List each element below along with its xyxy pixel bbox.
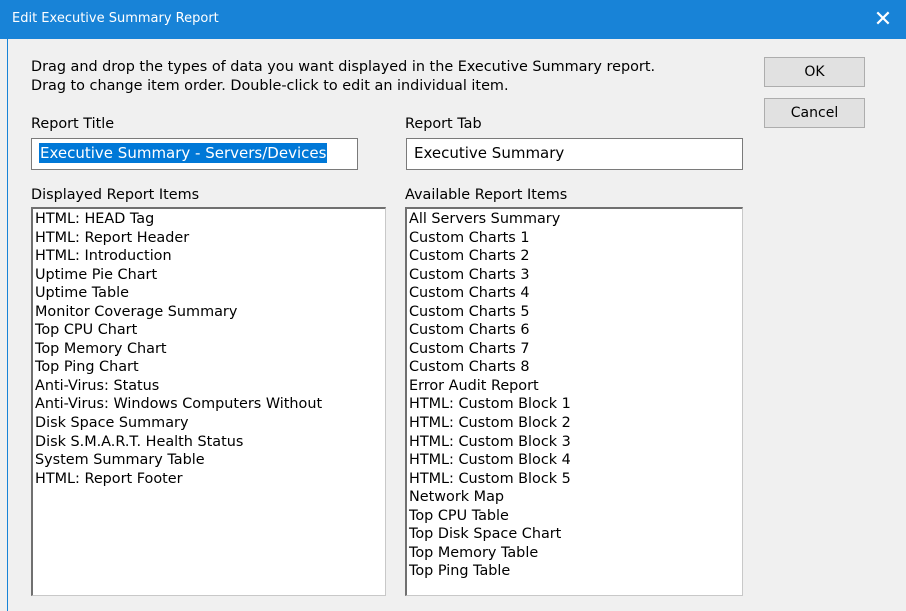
list-item[interactable]: Custom Charts 4 [409,284,742,303]
list-item[interactable]: HTML: Introduction [35,247,385,266]
list-item[interactable]: Anti-Virus: Status [35,377,385,396]
list-item[interactable]: Custom Charts 5 [409,303,742,322]
window-title: Edit Executive Summary Report [12,11,219,26]
list-item[interactable]: HTML: Custom Block 2 [409,414,742,433]
report-title-label: Report Title [31,116,115,132]
report-tab-label: Report Tab [405,116,482,132]
available-items-list[interactable]: All Servers Summary Custom Charts 1 Custom… [405,207,743,596]
list-item[interactable]: Top Ping Chart [35,358,385,377]
list-item[interactable]: System Summary Table [35,451,385,470]
list-item[interactable]: HTML: Custom Block 4 [409,451,742,470]
list-item[interactable]: Monitor Coverage Summary [35,303,385,322]
list-item[interactable]: Top Ping Table [409,562,742,581]
list-item[interactable]: Uptime Table [35,284,385,303]
report-tab-value: Executive Summary [414,144,565,162]
instructions-line-2: Drag to change item order. Double-click … [31,78,509,94]
list-item[interactable]: Top CPU Table [409,507,742,526]
title-bar[interactable]: Edit Executive Summary Report ✕ [0,0,906,39]
list-item[interactable]: HTML: Custom Block 3 [409,433,742,452]
close-icon[interactable]: ✕ [860,0,906,39]
list-item[interactable]: HTML: Custom Block 1 [409,395,742,414]
list-item[interactable]: Custom Charts 1 [409,229,742,248]
available-items-label: Available Report Items [405,187,568,203]
list-item[interactable]: Custom Charts 7 [409,340,742,359]
list-item[interactable]: Custom Charts 2 [409,247,742,266]
ok-button[interactable]: OK [764,57,865,87]
list-item[interactable]: Top Memory Chart [35,340,385,359]
list-item[interactable]: Custom Charts 8 [409,358,742,377]
list-item[interactable]: Disk Space Summary [35,414,385,433]
list-item[interactable]: Uptime Pie Chart [35,266,385,285]
list-item[interactable]: Top Memory Table [409,544,742,563]
list-item[interactable]: Custom Charts 6 [409,321,742,340]
report-title-value: Executive Summary - Servers/Devices [39,143,328,163]
list-item[interactable]: Anti-Virus: Windows Computers Without [35,395,385,414]
list-item[interactable]: Top CPU Chart [35,321,385,340]
report-tab-input[interactable]: Executive Summary [406,138,743,170]
list-item[interactable]: Network Map [409,488,742,507]
list-item[interactable]: Custom Charts 3 [409,266,742,285]
instructions: Drag and drop the types of data you want… [31,58,655,96]
list-item[interactable]: HTML: Report Header [35,229,385,248]
list-item[interactable]: All Servers Summary [409,210,742,229]
list-item[interactable]: HTML: Report Footer [35,470,385,489]
list-item[interactable]: HTML: Custom Block 5 [409,470,742,489]
list-item[interactable]: Error Audit Report [409,377,742,396]
displayed-items-list[interactable]: HTML: HEAD Tag HTML: Report Header HTML: I… [31,207,386,596]
instructions-line-1: Drag and drop the types of data you want… [31,59,656,75]
list-item[interactable]: Disk S.M.A.R.T. Health Status [35,433,385,452]
cancel-button[interactable]: Cancel [764,98,865,128]
report-title-input[interactable]: Executive Summary - Servers/Devices [31,138,358,170]
list-item[interactable]: Top Disk Space Chart [409,525,742,544]
displayed-items-label: Displayed Report Items [31,187,200,203]
list-item[interactable]: HTML: HEAD Tag [35,210,385,229]
